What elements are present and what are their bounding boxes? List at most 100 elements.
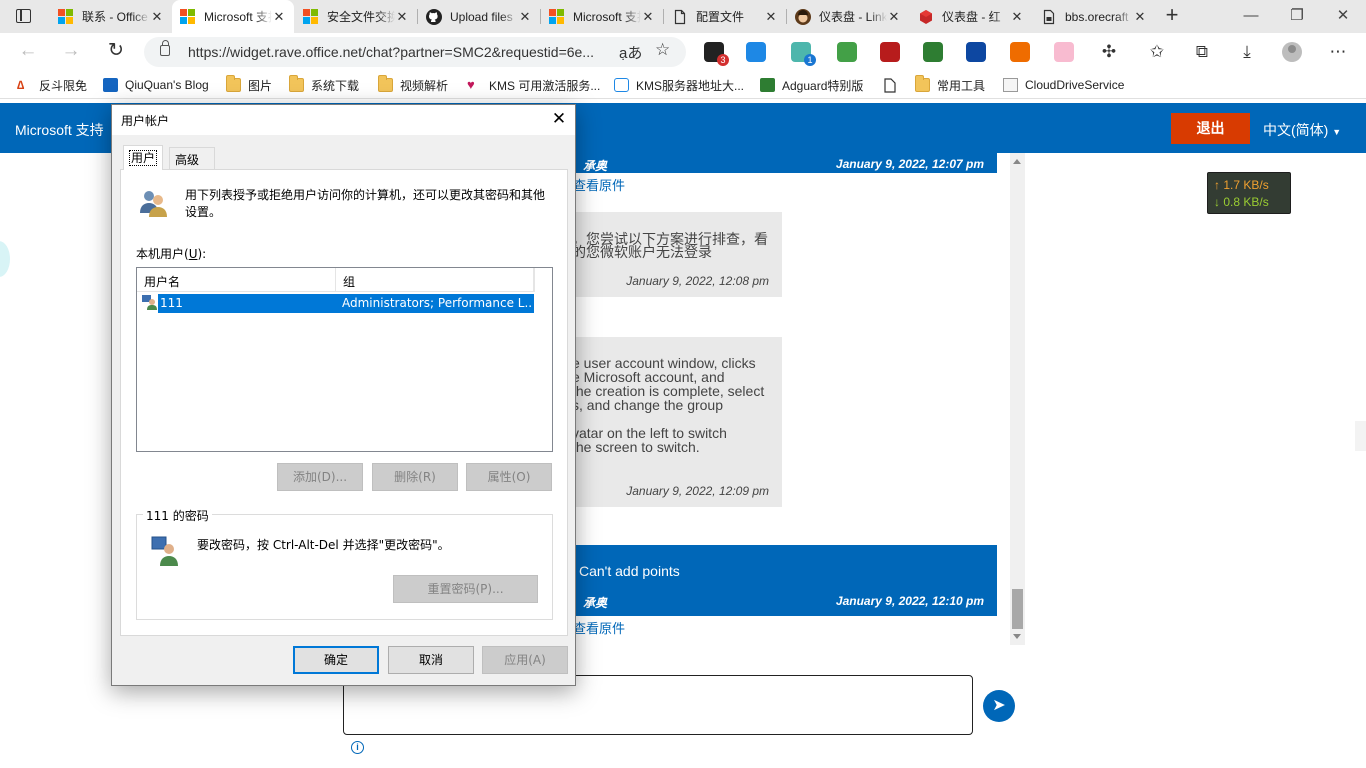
message-text: Can't add points (579, 563, 680, 579)
folder-icon (289, 75, 304, 92)
bookmark-1[interactable]: ∆ 反斗限免 (17, 76, 87, 94)
view-original-link[interactable]: 查看原件 (573, 175, 625, 194)
scroll-down-icon[interactable] (1013, 634, 1021, 639)
lock-icon[interactable] (160, 40, 170, 56)
ext-7-icon[interactable] (966, 42, 986, 62)
apply-button[interactable]: 应用(A) (482, 646, 568, 674)
table-row[interactable]: 111 Administrators; Performance L... (158, 294, 534, 313)
tab-close-icon[interactable]: ✕ (1010, 9, 1024, 25)
user-list[interactable]: 用户名 组 111 Administrators; Performance L.… (136, 267, 553, 452)
browser-tab-strip: 联系 - Office ✕ Microsoft 支持 ✕ 安全文件交换 ✕ Up… (0, 0, 1366, 33)
side-helper-bubble[interactable] (0, 241, 10, 277)
right-edge-tab[interactable] (1355, 421, 1366, 451)
reset-password-button[interactable]: 重置密码(P)... (393, 575, 538, 603)
minimize-button[interactable]: — (1228, 0, 1274, 33)
ext-6-icon[interactable] (923, 42, 943, 62)
read-aloud-icon[interactable]: ạあ (619, 42, 642, 63)
tab-close-icon[interactable]: ✕ (150, 9, 164, 25)
tab-close-icon[interactable]: ✕ (395, 9, 409, 25)
profile-avatar[interactable] (1282, 42, 1302, 62)
dialog-close-button[interactable]: ✕ (543, 105, 575, 135)
red-cube-icon (918, 9, 934, 25)
forward-button[interactable]: → (58, 40, 84, 64)
tab-6[interactable]: 配置文件 ✕ (664, 0, 786, 33)
tab-close-icon[interactable]: ✕ (1133, 9, 1147, 25)
tv-favicon-icon (614, 78, 629, 92)
tab-2[interactable]: Microsoft 支持 ✕ (172, 0, 294, 33)
tab-close-icon[interactable]: ✕ (518, 9, 532, 25)
bookmark-4[interactable]: KMS服务器地址大... (614, 76, 744, 94)
send-button[interactable]: ➤ (983, 690, 1015, 722)
address-bar[interactable]: https://widget.rave.office.net/chat?part… (144, 37, 686, 67)
bookmarks-bar: ∆ 反斗限免 QiuQuan's Blog 图片 系统下载 视频解析 ♥ KMS 可… (0, 71, 1366, 99)
scroll-up-icon[interactable] (1013, 159, 1021, 164)
language-selector[interactable]: 中文(简体) ▼ (1263, 120, 1341, 140)
bookmark-7[interactable]: CloudDriveService (1003, 76, 1124, 94)
message-time: January 9, 2022, 12:08 pm (626, 274, 769, 288)
password-group-title: 111 的密码 (143, 507, 212, 524)
microsoft-logo-icon (58, 8, 74, 25)
tab-close-icon[interactable]: ✕ (272, 9, 286, 25)
more-menu-icon[interactable]: ⋯ (1327, 41, 1349, 63)
column-header-group[interactable]: 组 (336, 268, 534, 292)
restore-button[interactable]: ❐ (1274, 0, 1320, 33)
cancel-button[interactable]: 取消 (388, 646, 474, 674)
tab-advanced[interactable]: 高级 (169, 147, 215, 169)
bookmark-label: QiuQuan's Blog (125, 78, 209, 92)
bookmark-folder-1[interactable]: 图片 (226, 75, 272, 94)
ext-9-icon[interactable] (1054, 42, 1074, 62)
logout-button[interactable]: 退出 (1171, 113, 1250, 144)
bookmark-6[interactable] (884, 76, 906, 94)
tab-actions-button[interactable] (8, 6, 42, 28)
back-button[interactable]: ← (15, 40, 41, 64)
tab-users[interactable]: 用户 (123, 145, 164, 170)
upload-speed: ↑ 1.7 KB/s (1214, 178, 1269, 192)
ext-4-icon[interactable] (837, 42, 857, 62)
collections-icon[interactable]: ⧉ (1191, 41, 1213, 63)
add-favorite-icon[interactable]: ☆ (655, 40, 670, 60)
list-header: 用户名 组 (137, 268, 534, 292)
ext-5-icon[interactable] (880, 42, 900, 62)
bookmark-folder-3[interactable]: 视频解析 (378, 75, 448, 94)
ext-2-icon[interactable] (746, 42, 766, 62)
ok-button[interactable]: 确定 (293, 646, 379, 674)
ext-8-icon[interactable] (1010, 42, 1030, 62)
tab-4[interactable]: Upload files ✕ (418, 0, 540, 33)
tab-label: 高级 (175, 153, 200, 167)
site-brand[interactable]: Microsoft 支持 (15, 120, 104, 140)
refresh-button[interactable]: ↻ (103, 40, 129, 64)
ext-1-icon[interactable]: 3 (704, 42, 729, 66)
close-window-button[interactable]: ✕ (1320, 0, 1366, 33)
add-user-button[interactable]: 添加(D)... (277, 463, 363, 491)
new-tab-button[interactable]: + (1160, 4, 1184, 28)
properties-button[interactable]: 属性(O) (466, 463, 552, 491)
tab-5[interactable]: Microsoft 支持 ✕ (541, 0, 663, 33)
tab-1[interactable]: 联系 - Office ✕ (50, 0, 172, 33)
bookmark-3[interactable]: ♥ KMS 可用激活服务... (467, 76, 600, 94)
scroll-thumb[interactable] (1012, 589, 1023, 629)
chat-scrollbar[interactable] (1010, 153, 1025, 645)
info-icon[interactable]: i (351, 741, 364, 754)
downloads-icon[interactable]: ⤓ (1236, 41, 1258, 63)
extensions-puzzle-icon[interactable]: ✣ (1098, 41, 1120, 63)
dialog-titlebar[interactable]: 用户帐户 ✕ (112, 105, 575, 135)
tab-9[interactable]: bbs.orecraft ✕ (1033, 0, 1155, 33)
column-header-username[interactable]: 用户名 (137, 268, 336, 292)
tab-close-icon[interactable]: ✕ (764, 9, 778, 25)
url-text[interactable]: https://widget.rave.office.net/chat?part… (188, 44, 600, 60)
tab-3[interactable]: 安全文件交换 ✕ (295, 0, 417, 33)
tab-7[interactable]: 仪表盘 - LinkAI ✕ (787, 0, 909, 33)
bookmark-folder-2[interactable]: 系统下载 (289, 75, 359, 94)
tab-8[interactable]: 仪表盘 - 红 ✕ (910, 0, 1032, 33)
bookmark-5[interactable]: Adguard特别版 (760, 76, 863, 94)
tab-close-icon[interactable]: ✕ (641, 9, 655, 25)
favorites-icon[interactable]: ✩ (1146, 41, 1168, 63)
bookmark-2[interactable]: QiuQuan's Blog (103, 76, 209, 94)
local-users-label: 本机用户(U): (136, 245, 206, 262)
ext-3-icon[interactable]: 1 (791, 42, 816, 66)
remove-user-button[interactable]: 删除(R) (372, 463, 458, 491)
tab-close-icon[interactable]: ✕ (887, 9, 901, 25)
bookmark-folder-4[interactable]: 常用工具 (915, 75, 985, 94)
message-sender: 承奥 (583, 596, 608, 610)
view-original-link[interactable]: 查看原件 (573, 618, 625, 637)
